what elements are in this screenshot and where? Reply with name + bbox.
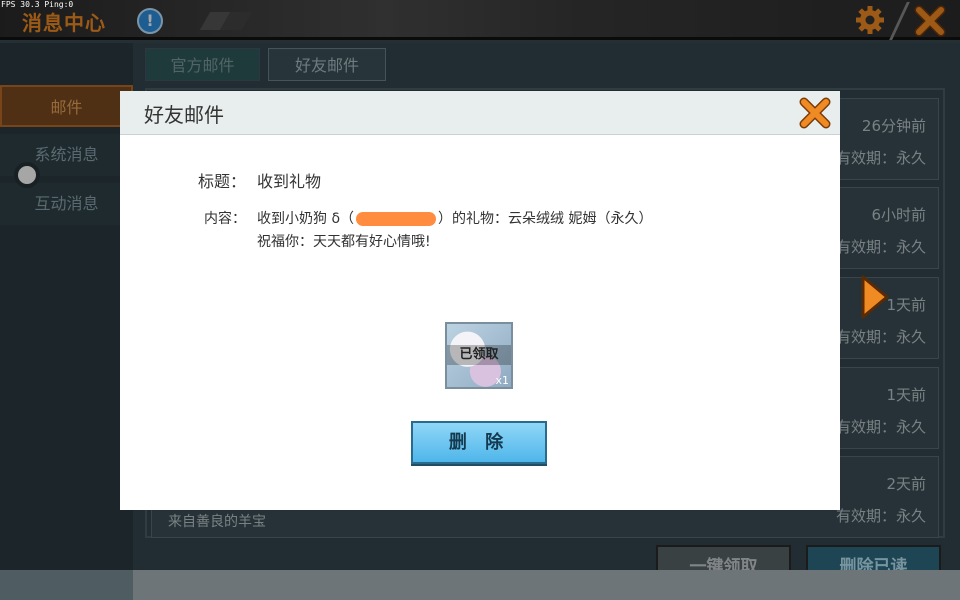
mail-detail-dialog: 好友邮件 标题： 收到礼物 内容： 收到小奶狗 δ（ ）的礼物：云朵绒绒 妮姆（永… [120, 91, 840, 510]
content-label: 内容： [204, 211, 246, 227]
mail-body-text: 收到小奶狗 δ（ [257, 211, 355, 227]
mail-body-text: ）的礼物：云朵绒绒 妮姆（永久） [438, 211, 653, 227]
subject-label: 标题： [198, 172, 247, 191]
redacted-name [356, 212, 437, 226]
fps-counter: FPS 30.3 Ping:0 [1, 0, 74, 9]
mail-body-line: 收到小奶狗 δ（ ）的礼物：云朵绒绒 妮姆（永久） [257, 208, 652, 228]
mail-body-line: 祝福你：天天都有好心情哦! [257, 234, 431, 250]
item-count: x1 [495, 374, 509, 387]
dialog-header: 好友邮件 [120, 91, 840, 135]
gift-item-slot[interactable]: 已领取 x1 [445, 322, 513, 389]
close-icon[interactable] [799, 97, 831, 129]
next-arrow-icon[interactable] [860, 274, 890, 320]
delete-button[interactable]: 删 除 [411, 421, 547, 464]
mail-subject: 收到礼物 [257, 172, 322, 191]
claimed-label: 已领取 [447, 345, 511, 365]
dialog-title: 好友邮件 [144, 103, 224, 127]
